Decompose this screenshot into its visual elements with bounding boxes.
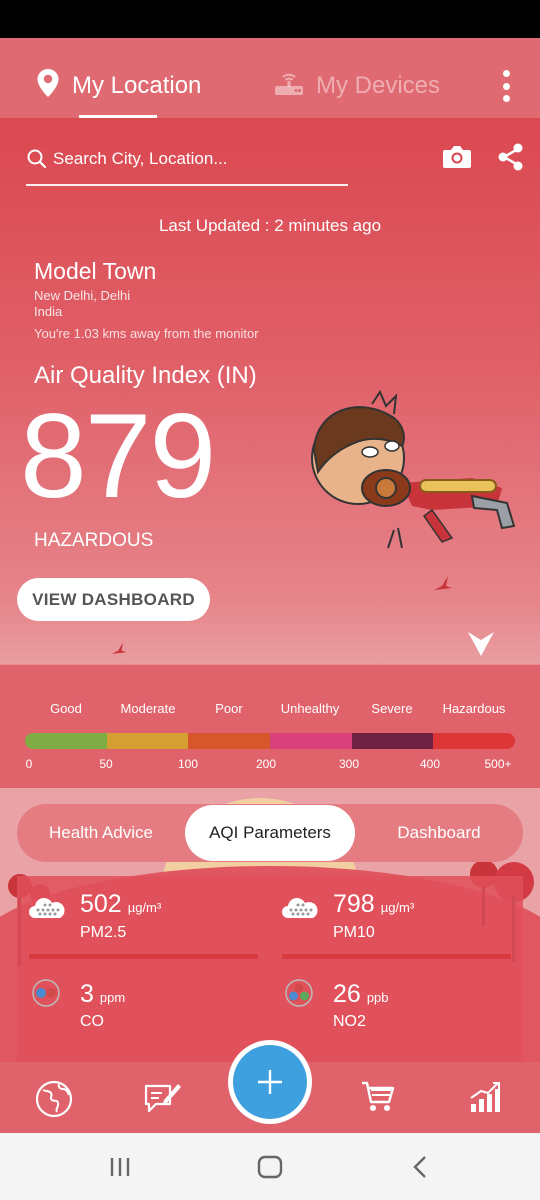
scale-number: 0 [25,757,33,771]
last-updated-text: Last Updated : 2 minutes ago [158,216,382,235]
param-pm10-level-bar [282,954,511,959]
router-icon [274,69,304,104]
param-no2-name: NO2 [333,1013,366,1030]
scale-segment-hazardous [433,733,515,749]
param-pm10-value: 798 [333,890,375,918]
home-icon[interactable] [257,1155,283,1184]
molecule-icon [284,978,314,1013]
param-pm10-name: PM10 [333,924,375,941]
scale-label-good: Good [50,701,82,716]
tab-my-devices[interactable]: My Devices [274,68,440,104]
system-navigation-bar [0,1133,540,1200]
chevron-down-icon[interactable] [466,628,496,663]
cloud-dots-icon [29,894,65,927]
aqi-value: 879 [20,389,216,523]
aqi-scale: Good Moderate Poor Unhealthy Severe Haza… [0,664,540,788]
scale-number: 500+ [484,757,512,771]
edit-note-icon[interactable] [142,1080,182,1123]
param-no2-value: 26 [333,980,361,1008]
param-no2-value-wrap: 26 ppb [333,980,389,1009]
aqi-color-bar [25,733,515,749]
scale-label-unhealthy: Unhealthy [280,701,340,716]
globe-icon[interactable] [35,1080,73,1123]
search-input[interactable]: Search City, Location... [53,149,228,169]
scale-number: 400 [419,757,441,771]
location-pin-icon [36,68,60,105]
bar-chart-icon[interactable] [468,1080,502,1119]
bird-icon [432,574,454,599]
segment-aqi-parameters[interactable]: AQI Parameters [185,805,355,861]
aqi-status: HAZARDOUS [34,530,154,551]
param-pm10-value-wrap: 798 µg/m³ [333,890,414,919]
search-icon [26,148,48,175]
param-pm25-value: 502 [80,890,122,918]
view-dashboard-button[interactable]: VIEW DASHBOARD [17,578,210,621]
param-pm25-unit: µg/m³ [127,900,162,915]
tab-my-devices-label: My Devices [316,72,441,99]
camera-icon[interactable] [442,144,472,175]
scale-number: 300 [338,757,360,771]
param-pm25-name: PM2.5 [80,924,127,941]
location-city: New Delhi, Delhi [34,288,131,303]
scale-segment-severe [351,733,434,749]
molecule-icon [31,978,61,1013]
scale-segment-unhealthy [270,733,352,749]
tab-my-location[interactable]: My Location [36,68,201,104]
share-icon[interactable] [496,142,526,177]
status-bar [0,0,540,38]
active-tab-indicator [79,115,157,118]
more-menu-icon[interactable] [496,70,516,102]
segment-health-advice[interactable]: Health Advice [17,804,185,862]
segment-dashboard[interactable]: Dashboard [355,804,523,862]
param-co-unit: ppm [99,990,126,1005]
top-tab-bar: My Location My Devices [0,38,540,118]
scale-label-poor: Poor [215,701,243,716]
segmented-control: Health Advice AQI Parameters Dashboard [17,804,523,862]
cloud-dots-icon [282,894,318,927]
app-screen: My Location My Devices Search City, Loca… [0,38,540,1133]
param-pm25-value-wrap: 502 µg/m³ [80,890,161,919]
bird-icon [110,640,128,663]
location-name: Model Town [34,258,157,284]
monitor-distance: You're 1.03 kms away from the monitor [34,326,259,341]
tab-my-location-label: My Location [72,72,202,99]
back-icon[interactable] [410,1155,430,1184]
param-co-value-wrap: 3 ppm [80,980,125,1009]
param-pm10-unit: µg/m³ [380,900,415,915]
scale-number: 100 [177,757,199,771]
scale-segment-good [25,733,107,749]
location-country: India [34,304,63,319]
param-co-value: 3 [80,980,94,1008]
recent-apps-icon[interactable] [108,1155,132,1184]
add-icon [233,1045,307,1119]
aqi-title: Air Quality Index (IN) [34,362,257,389]
param-no2-unit: ppb [366,990,389,1005]
scale-number: 200 [255,757,277,771]
param-co-name: CO [80,1013,104,1030]
param-pm25-level-bar [29,954,258,959]
add-button[interactable] [228,1040,312,1124]
scale-segment-moderate [106,733,189,749]
cart-icon[interactable] [360,1080,396,1119]
scale-number: 50 [99,757,113,771]
scale-label-hazardous: Hazardous [442,701,506,716]
scale-segment-poor [188,733,271,749]
mascot-illustration [302,388,522,563]
scale-label-severe: Severe [371,701,413,716]
scale-label-moderate: Moderate [120,701,176,716]
search-bar[interactable]: Search City, Location... [26,146,348,186]
